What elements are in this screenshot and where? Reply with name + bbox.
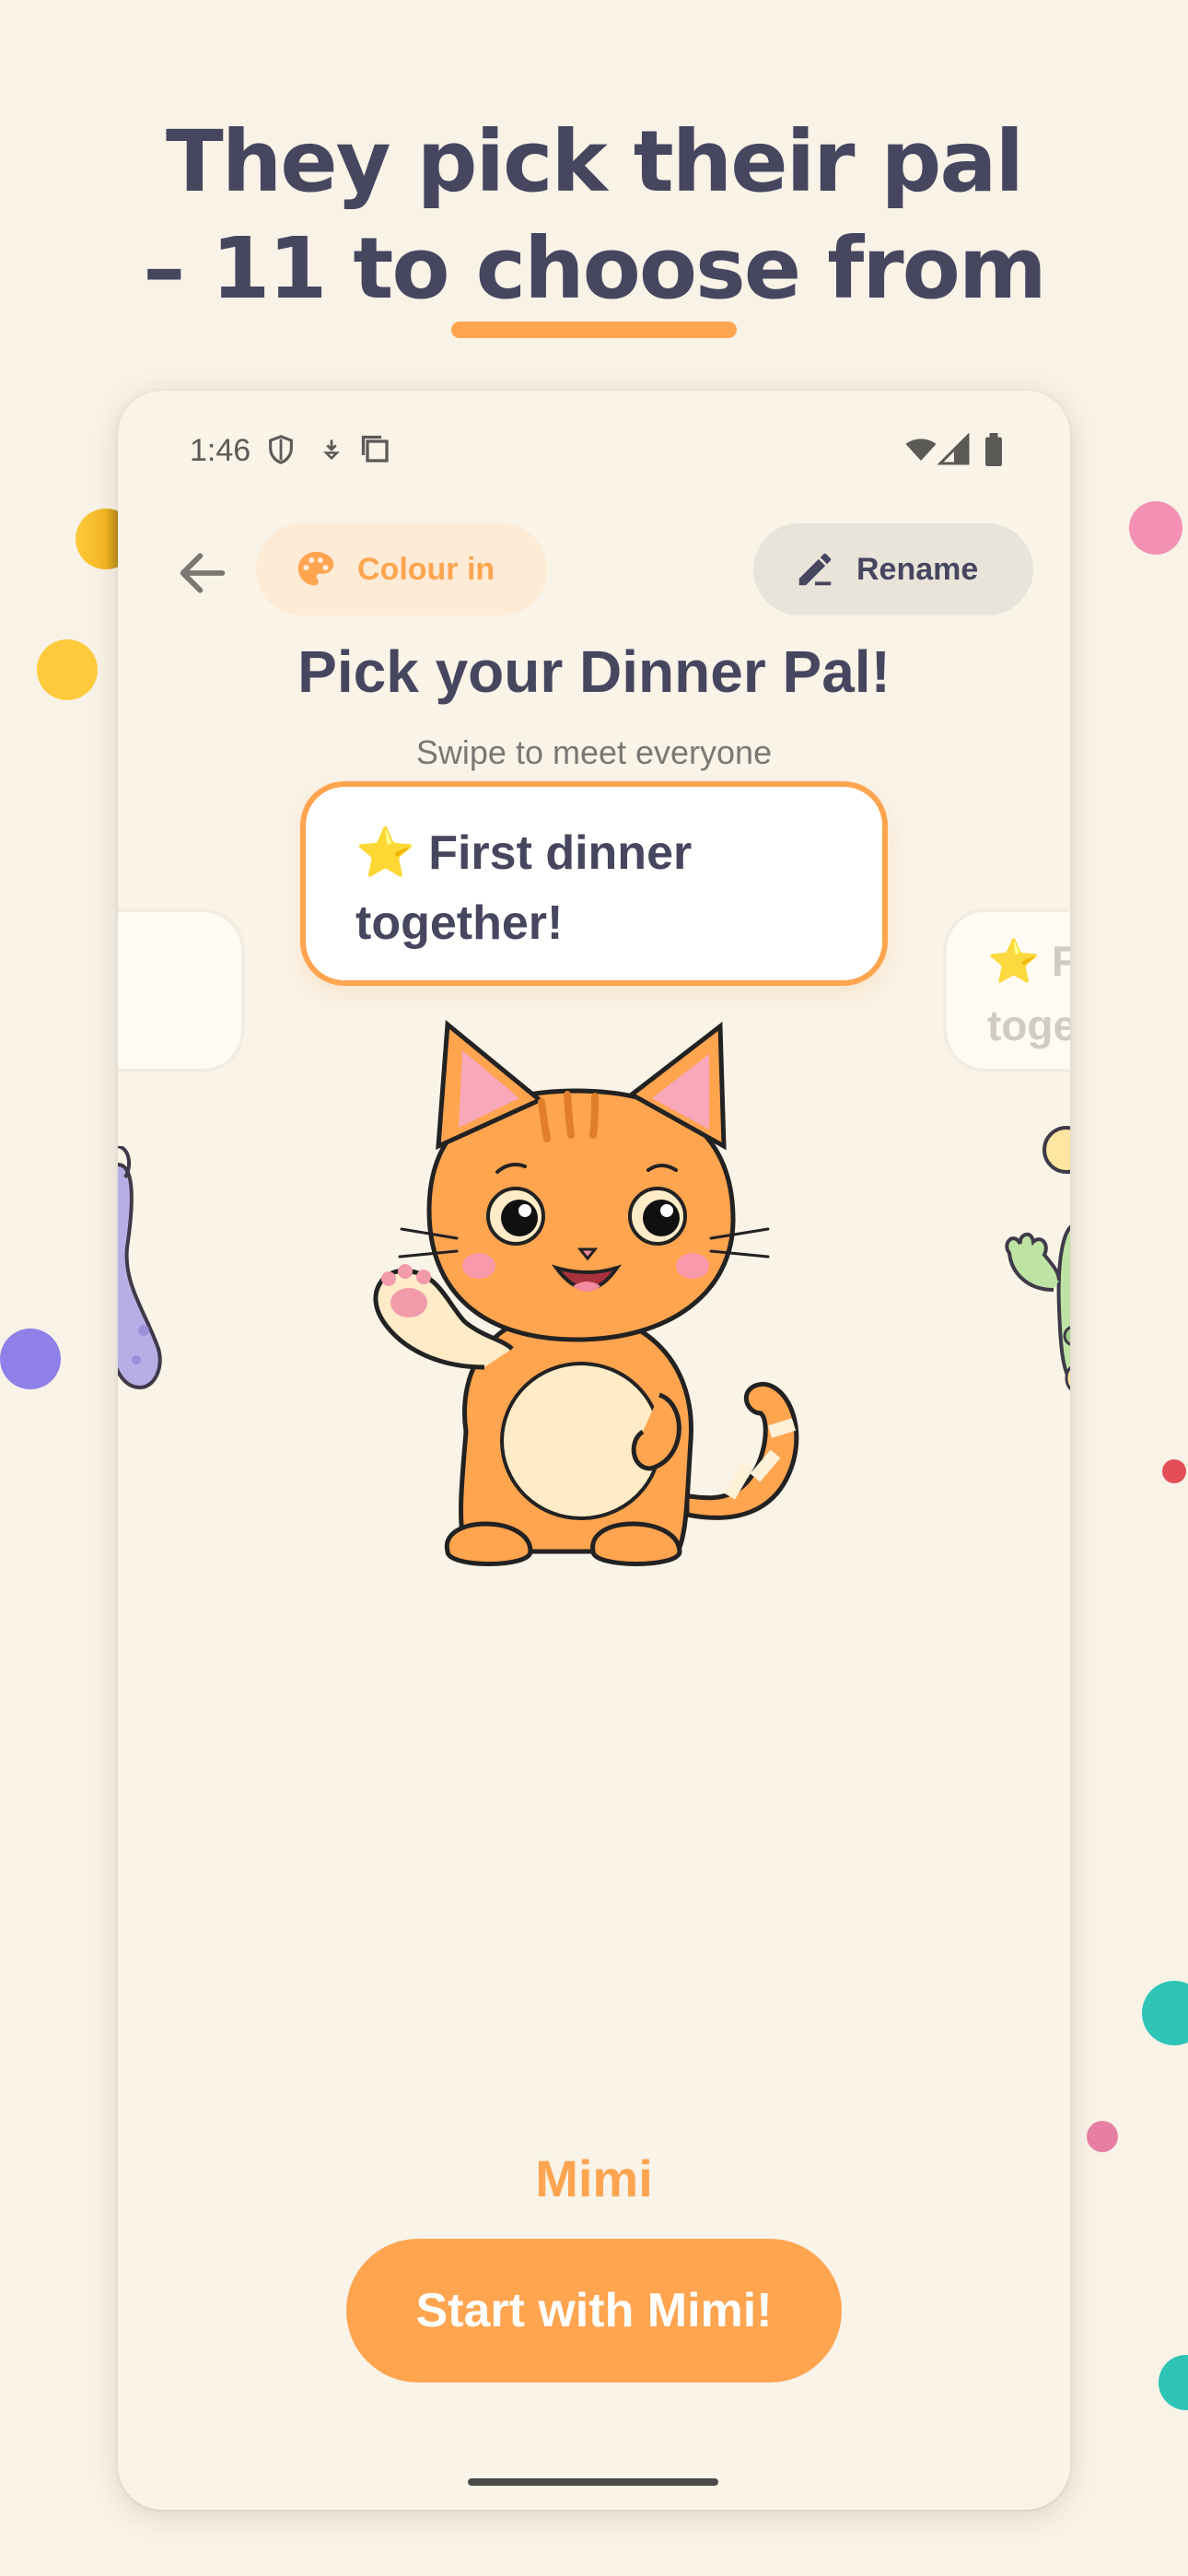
purple-pal-partial-illustration — [118, 1146, 162, 1390]
right-pal-card[interactable]: ⭐ F toge — [943, 908, 1070, 1072]
confetti-dot — [1162, 1459, 1186, 1483]
headline-underline — [451, 322, 737, 338]
battery-icon — [985, 433, 1002, 466]
arrow-left-icon[interactable] — [173, 544, 232, 603]
page-title: Pick your Dinner Pal! — [297, 638, 891, 705]
wifi-icon — [905, 439, 937, 461]
pencil-icon — [798, 553, 832, 586]
confetti-dot — [1142, 1981, 1188, 2045]
phone-screen: 1:46 Colour in Rename Pick your Dinner P… — [118, 391, 1070, 2510]
speech-bubble: ⭐ First dinner together! — [300, 781, 888, 986]
confetti-dot — [1159, 2355, 1188, 2410]
confetti-dot — [37, 639, 98, 700]
right-card-ghost-text: ⭐ F toge — [987, 929, 1070, 1058]
right-card-line-1: ⭐ F — [987, 937, 1070, 985]
bubble-text-1: First dinner — [428, 826, 693, 880]
status-time: 1:46 — [190, 433, 251, 468]
screenshot-icon — [361, 435, 389, 463]
confetti-dot — [1087, 2121, 1118, 2152]
rename-button[interactable]: Rename — [753, 523, 1033, 615]
download-status-icon — [323, 439, 340, 461]
cat-mimi-illustration — [373, 1020, 799, 1566]
colour-in-button[interactable]: Colour in — [256, 523, 547, 615]
colour-in-label: Colour in — [357, 551, 495, 587]
pal-name: Mimi — [535, 2149, 653, 2207]
rename-label: Rename — [856, 551, 979, 587]
page-subtitle: Swipe to meet everyone — [415, 733, 773, 771]
star-icon: ⭐ — [355, 826, 415, 880]
left-pal-card[interactable] — [118, 908, 245, 1072]
headline-line-1: They pick their pal — [165, 112, 1024, 211]
bubble-line-2: together! — [355, 896, 564, 950]
start-button-label: Start with Mimi! — [415, 2284, 773, 2337]
headline-line-2: – 11 to choose from — [143, 219, 1046, 318]
shield-icon — [269, 435, 293, 464]
bubble-line-1: ⭐ First dinner — [355, 818, 833, 888]
headline: They pick their pal – 11 to choose from — [0, 109, 1188, 322]
confetti-dot — [0, 1329, 61, 1389]
home-indicator[interactable] — [468, 2478, 718, 2486]
green-pal-partial-illustration — [1005, 1126, 1070, 1391]
confetti-dot — [1129, 501, 1182, 555]
palette-icon — [297, 551, 334, 586]
status-bar: 1:46 — [118, 391, 1070, 501]
signal-icon — [938, 433, 970, 465]
right-card-line-2: toge — [987, 1001, 1070, 1049]
start-button[interactable]: Start with Mimi! — [346, 2239, 842, 2383]
